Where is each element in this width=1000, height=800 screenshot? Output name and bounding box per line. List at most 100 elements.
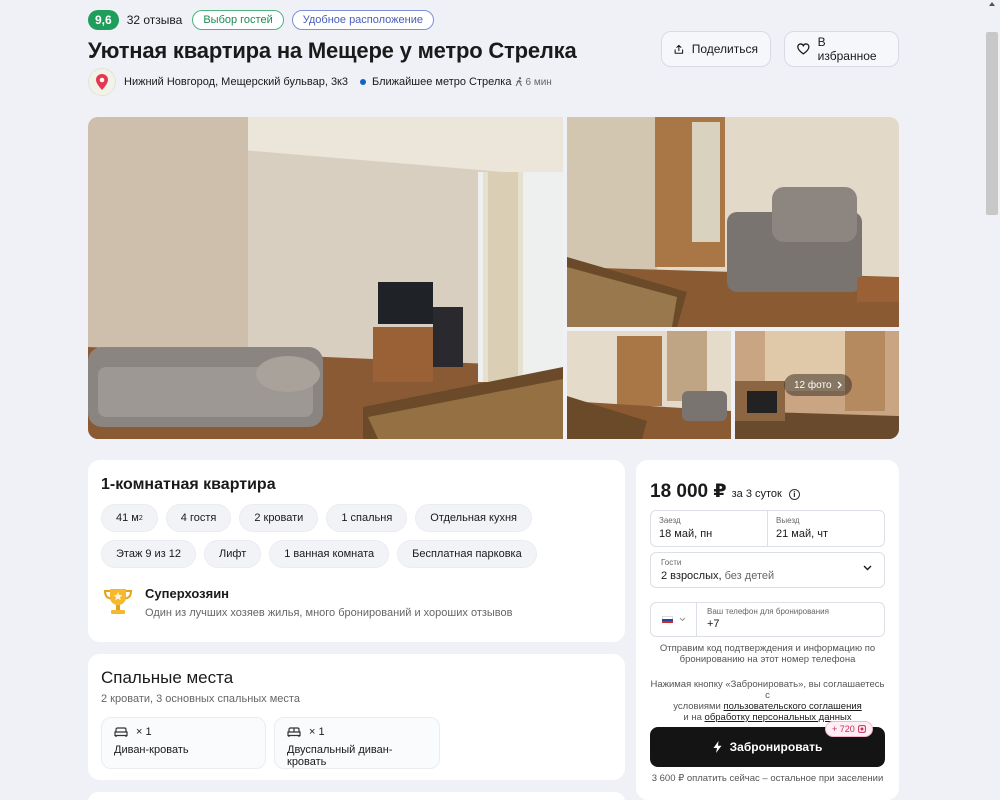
photo-room-2[interactable] (567, 331, 731, 439)
chip-bathroom: 1 ванная комната (269, 540, 390, 568)
walk-time: 6 мин (515, 76, 552, 88)
metro-line-dot (360, 79, 366, 85)
chip-beds: 2 кровати (239, 504, 319, 532)
phone-note-line-1: Отправим код подтверждения и информацию … (659, 643, 876, 654)
chip-parking: Бесплатная парковка (397, 540, 537, 568)
apartment-info-card: 1-комнатная квартира 41 м2 4 гостя 2 кро… (88, 460, 625, 642)
chevron-down-icon (679, 617, 685, 622)
walking-icon (516, 77, 523, 87)
guests-label: Гости (661, 558, 682, 567)
sleeping-places-card: Спальные места 2 кровати, 3 основных спа… (88, 654, 625, 780)
bed-name: Двуспальный диван-кровать (287, 744, 393, 768)
page-title: Уютная квартира на Мещере у метро Стрелк… (88, 38, 577, 63)
phone-note-line-2: бронированию на этот номер телефона (679, 654, 856, 665)
chip-elevator: Лифт (204, 540, 262, 568)
photo-bedroom-image (567, 117, 899, 327)
photo-main[interactable] (88, 117, 563, 439)
chip-bedrooms: 1 спальня (326, 504, 408, 532)
lightning-icon (713, 741, 722, 753)
sleeping-places-subtitle: 2 кровати, 3 основных спальных места (101, 693, 300, 705)
scroll-up-arrow-icon[interactable] (988, 0, 996, 8)
area-value: 41 м (116, 512, 139, 524)
terms-text: условиями (673, 701, 721, 712)
apartment-type-heading: 1-комнатная квартира (101, 476, 276, 493)
sofa-icon (114, 726, 128, 737)
payment-note: 3 600 ₽ оплатить сейчас – остальное при … (651, 773, 884, 784)
phone-field: Ваш телефон для бронирования +7 (650, 602, 885, 637)
phone-value: +7 (707, 618, 720, 630)
bed-item: × 1 Двуспальный диван-кровать (274, 717, 440, 769)
terms-line-1: Нажимая кнопку «Забронировать», вы согла… (650, 679, 885, 701)
chip-guests: 4 гостя (165, 504, 232, 532)
badge-good-location: Удобное расположение (291, 10, 434, 30)
photo-bedroom[interactable] (567, 117, 899, 327)
next-section-card (88, 792, 625, 800)
badge-guest-choice: Выбор гостей (192, 10, 284, 30)
dates-field: Заезд 18 май, пн Выезд 21 май, чт (650, 510, 885, 547)
chevron-right-icon (837, 381, 842, 389)
phone-label: Ваш телефон для бронирования (707, 607, 829, 616)
checkout-label: Выезд (776, 516, 800, 525)
sleeping-places-heading: Спальные места (101, 668, 234, 687)
all-photos-label: 12 фото (794, 379, 832, 391)
terms-text: и на (683, 712, 702, 723)
area-unit-sup: 2 (138, 514, 143, 522)
bonus-badge: + 720 (825, 721, 873, 737)
checkin-field[interactable]: Заезд 18 май, пн (651, 511, 767, 546)
map-pin-icon[interactable] (88, 68, 116, 96)
page-scrollbar-thumb[interactable] (986, 32, 998, 215)
all-photos-button[interactable]: 12 фото (784, 374, 852, 396)
share-label: Поделиться (691, 42, 758, 56)
guests-select[interactable]: Гости 2 взрослых, без детей (650, 552, 885, 588)
chip-floor: Этаж 9 из 12 (101, 540, 197, 568)
guests-adults: 2 взрослых, (661, 570, 722, 582)
double-sofa-icon (287, 726, 301, 737)
reviews-link[interactable]: 32 отзыва (127, 13, 183, 27)
book-button-label: Забронировать (729, 740, 823, 754)
chevron-down-icon (863, 565, 872, 571)
terms-note: Нажимая кнопку «Забронировать», вы согла… (650, 679, 885, 723)
phone-input[interactable]: Ваш телефон для бронирования +7 (697, 603, 839, 636)
header-badges: 9,6 32 отзыва Выбор гостей Удобное распо… (88, 10, 434, 30)
favorite-button[interactable]: В избранное (784, 31, 899, 67)
guests-children: без детей (724, 570, 775, 582)
checkin-value: 18 май, пн (659, 528, 713, 540)
bed-item: × 1 Диван-кровать (101, 717, 266, 769)
price-value: 18 000 ₽ (650, 481, 727, 502)
address-text: Нижний Новгород, Мещерский бульвар, 3к3 (124, 76, 348, 88)
share-icon (674, 44, 684, 54)
russia-flag-icon (661, 615, 673, 624)
trophy-icon (103, 589, 133, 614)
phone-note: Отправим код подтверждения и информацию … (650, 643, 885, 665)
price-period: за 3 суток (731, 488, 782, 500)
user-agreement-link[interactable]: пользовательского соглашения (724, 701, 862, 712)
checkout-value: 21 май, чт (776, 528, 828, 540)
nearest-metro: Ближайшее метро Стрелка (372, 76, 512, 88)
share-button[interactable]: Поделиться (661, 31, 771, 67)
features-row-2: Этаж 9 из 12 Лифт 1 ванная комната Беспл… (101, 540, 612, 568)
bed-list: × 1 Диван-кровать × 1 Двуспальный диван-… (101, 717, 612, 769)
bed-count: × 1 (309, 726, 325, 738)
checkin-label: Заезд (659, 516, 681, 525)
bed-name: Диван-кровать (114, 744, 189, 756)
chip-kitchen: Отдельная кухня (415, 504, 533, 532)
bonus-value: + 720 (832, 724, 855, 734)
superhost-description: Один из лучших хозяев жилья, много брони… (145, 607, 513, 619)
superhost-block: Суперхозяин Один из лучших хозяев жилья,… (101, 584, 612, 619)
bed-count: × 1 (136, 726, 152, 738)
info-icon[interactable]: i (788, 489, 800, 500)
features-row-1: 41 м2 4 гостя 2 кровати 1 спальня Отдель… (101, 504, 612, 532)
favorite-label: В избранное (817, 35, 877, 63)
chip-area: 41 м2 (101, 504, 158, 532)
walk-time-label: 6 мин (525, 76, 552, 88)
country-code-select[interactable] (651, 603, 697, 636)
checkout-field[interactable]: Выезд 21 май, чт (767, 511, 884, 546)
booking-card: 18 000 ₽ за 3 суток i Заезд 18 май, пн В… (636, 460, 899, 800)
superhost-title: Суперхозяин (145, 586, 230, 601)
rating-badge[interactable]: 9,6 (88, 10, 119, 30)
price-block: 18 000 ₽ за 3 суток i (650, 480, 800, 503)
location-row: Нижний Новгород, Мещерский бульвар, 3к3 … (88, 68, 552, 96)
heart-icon (797, 43, 810, 55)
guests-value: 2 взрослых, без детей (661, 570, 874, 582)
photo-living-room (88, 117, 563, 439)
